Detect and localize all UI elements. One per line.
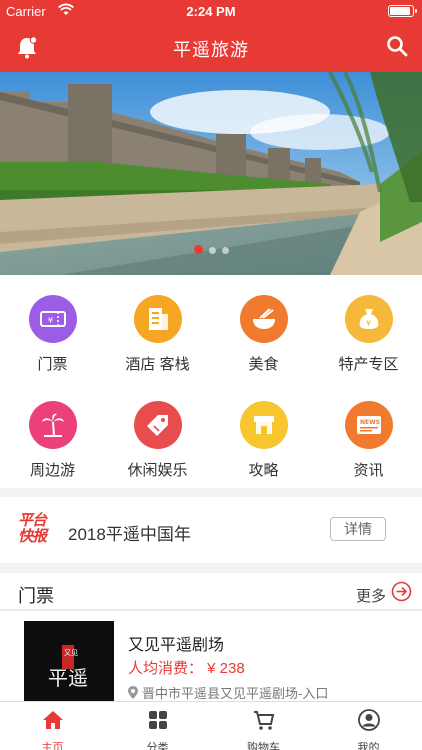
category-nearby[interactable]: 周边游 [0, 401, 105, 480]
svg-text:¥: ¥ [366, 319, 371, 328]
news-flash-bar[interactable]: 平台 快报 2018平遥中国年 详情 [0, 497, 422, 563]
page-title: 平遥旅游 [173, 40, 249, 60]
location-pin-icon [128, 686, 138, 699]
profile-icon [357, 709, 380, 731]
search-icon[interactable] [386, 35, 408, 57]
thumb-seal: 又见 [64, 649, 78, 657]
ticket-thumbnail: 又见 平遥 [24, 621, 114, 701]
category-specialty[interactable]: ¥ 特产专区 [316, 295, 421, 374]
category-news[interactable]: NEWS 资讯 [316, 401, 421, 480]
category-ticket[interactable]: ¥ 门票 [0, 295, 105, 374]
header-bar: 平遥旅游 [0, 22, 422, 72]
tickets-section-header: 门票 更多 [0, 573, 422, 610]
category-icon [148, 711, 167, 729]
cart-icon [253, 711, 274, 730]
battery-icon [388, 5, 417, 17]
news-flash-logo-line1: 平台 [18, 512, 47, 529]
category-label: 攻略 [248, 462, 279, 479]
bowl-icon [239, 295, 288, 343]
banner-carousel[interactable] [0, 72, 422, 275]
news-icon: NEWS [344, 401, 393, 449]
ticket-address: 晋中市平遥县又见平遥剧场-入口 [128, 683, 328, 702]
section-title: 门票 [18, 586, 54, 606]
category-grid: ¥ 门票 酒店 客栈 美食 ¥ 特产专区 周边游 休闲娱乐 攻略 NEWS 资讯 [0, 275, 422, 488]
category-label: 特产专区 [338, 356, 399, 373]
tab-home[interactable]: 主页 [0, 702, 105, 750]
home-icon [42, 711, 63, 729]
palm-tree-icon [28, 401, 77, 449]
bag-icon: ¥ [344, 295, 393, 343]
category-leisure[interactable]: 休闲娱乐 [105, 401, 210, 480]
carousel-dot[interactable] [208, 247, 216, 254]
tab-cart[interactable]: 购物车 [211, 702, 316, 750]
news-flash-logo: 平台 快报 [18, 512, 47, 545]
category-guide[interactable]: 攻略 [211, 401, 316, 480]
category-label: 门票 [37, 356, 68, 373]
carousel-dots[interactable] [0, 241, 422, 259]
category-label: 美食 [248, 356, 279, 373]
category-hotel[interactable]: 酒店 客栈 [105, 295, 210, 374]
category-label: 周边游 [29, 462, 75, 479]
ticket-icon: ¥ [28, 295, 77, 343]
category-label: 资讯 [353, 462, 384, 479]
status-time: 2:24 PM [186, 4, 236, 19]
category-food[interactable]: 美食 [211, 295, 316, 374]
news-flash-text[interactable]: 2018平遥中国年 [68, 520, 191, 545]
ticket-address-text: 晋中市平遥县又见平遥剧场-入口 [142, 686, 329, 701]
tab-label: 主页 [41, 742, 64, 750]
ticket-name: 又见平遥剧场 [128, 637, 225, 654]
svg-text:NEWS: NEWS [360, 419, 380, 426]
thumb-text: 平遥 [48, 666, 88, 690]
arrow-right-circle-icon[interactable] [391, 581, 412, 602]
category-label: 酒店 客栈 [125, 356, 190, 373]
guide-icon [239, 401, 288, 449]
tab-profile[interactable]: 我的 [316, 702, 421, 750]
category-label: 休闲娱乐 [127, 462, 188, 479]
tab-label: 分类 [146, 742, 169, 750]
tab-label: 我的 [357, 742, 380, 750]
tag-icon [133, 401, 182, 449]
tab-category[interactable]: 分类 [105, 702, 210, 750]
hotel-icon [133, 295, 182, 343]
carousel-dot[interactable] [221, 247, 229, 254]
ticket-price: 人均消费： ¥ 238 [128, 660, 245, 677]
ticket-list-item[interactable]: 又见 平遥 又见平遥剧场 人均消费： ¥ 238 晋中市平遥县又见平遥剧场-入口 [0, 611, 422, 701]
more-link[interactable]: 更多 [356, 585, 386, 606]
status-bar: Carrier 2:24 PM [0, 0, 422, 22]
svg-text:¥: ¥ [48, 316, 53, 325]
news-flash-logo-line2: 快报 [18, 528, 47, 545]
carousel-dot[interactable] [193, 245, 203, 254]
tab-label: 购物车 [247, 742, 280, 750]
bottom-tab-bar: 主页 分类 购物车 我的 [0, 701, 422, 750]
details-button[interactable]: 详情 [330, 517, 386, 541]
